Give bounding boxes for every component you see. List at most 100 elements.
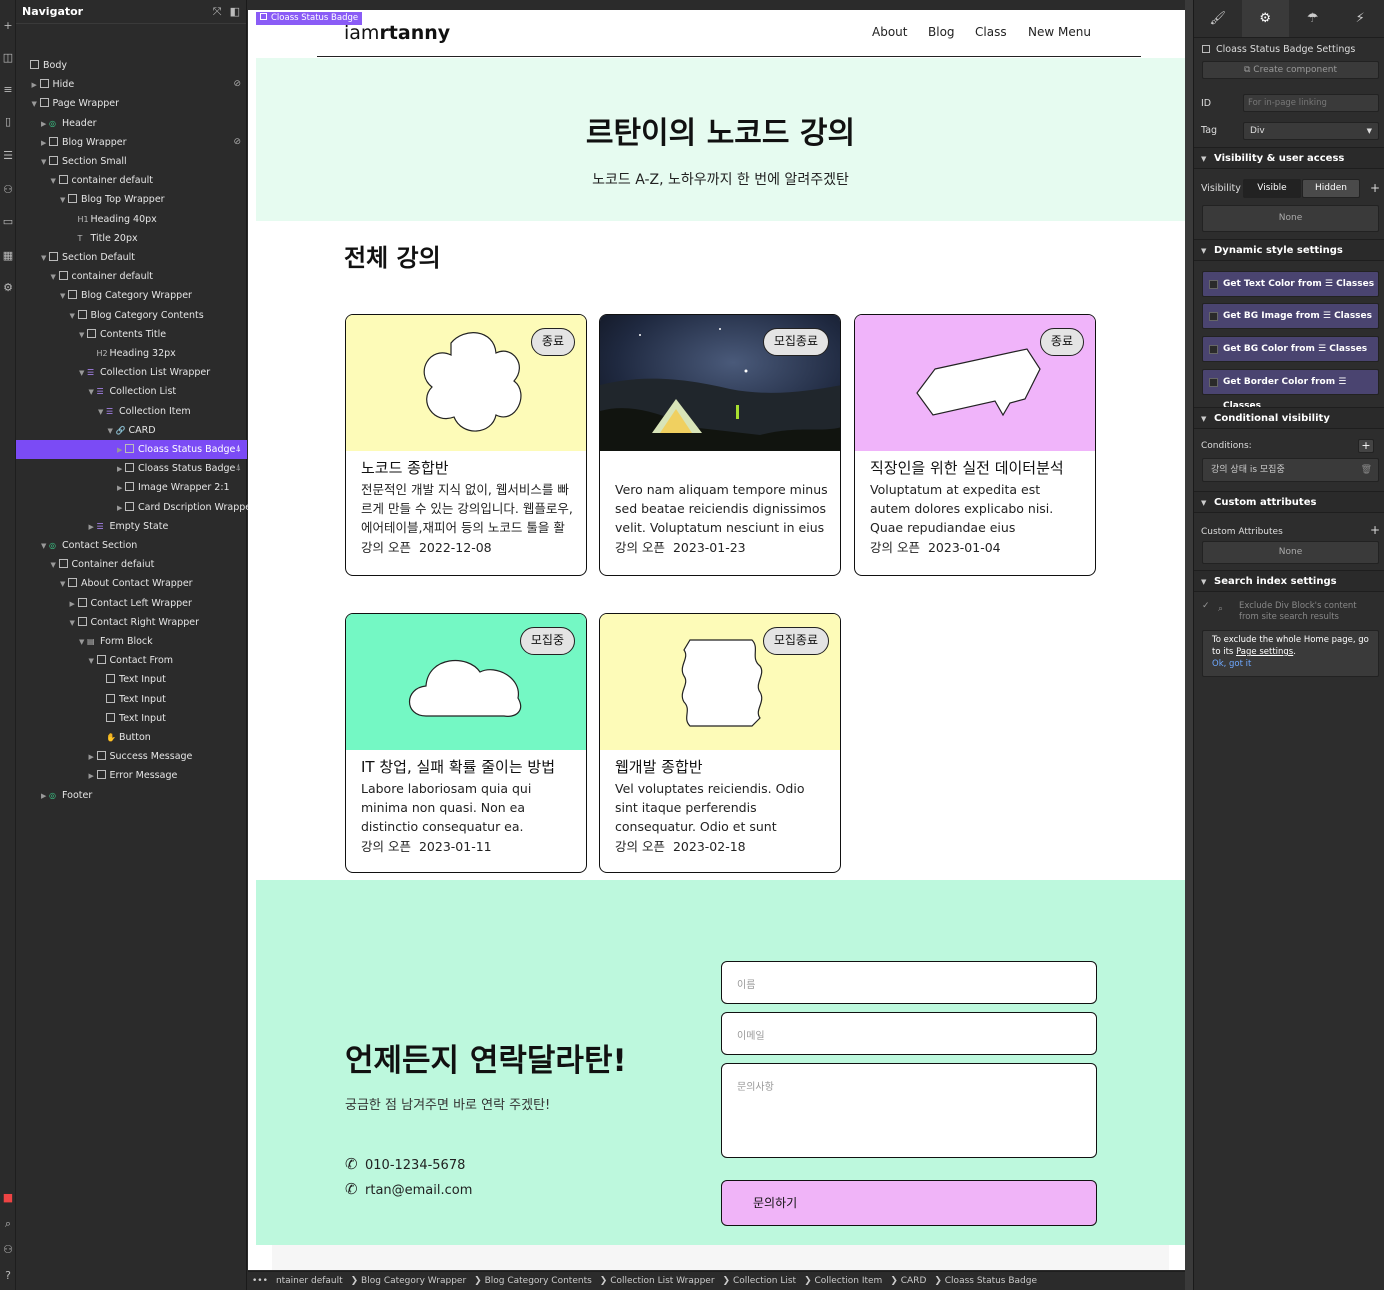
course-card[interactable]: 종료 노코드 종합반 전문적인 개발 지식 없이, 웹서비스를 빠르게 만들 수 있…: [345, 314, 587, 576]
search-index-section-header[interactable]: ▼ Search index settings: [1194, 570, 1384, 592]
custom-attributes-section-header[interactable]: ▼ Custom attributes: [1194, 491, 1384, 513]
caret-down-icon[interactable]: ▼: [98, 403, 106, 422]
dynamic-text-color[interactable]: Get Text Color from ☰ Classes: [1202, 271, 1379, 297]
navigator-item[interactable]: ✋ Button: [16, 728, 247, 747]
menu-class[interactable]: Class: [975, 25, 1007, 39]
breadcrumb-item[interactable]: ❯ Collection List: [719, 1272, 801, 1290]
submit-button[interactable]: 문의하기: [721, 1180, 1097, 1226]
navigator-item[interactable]: ▶ Card Dscription Wrapper: [16, 498, 255, 518]
add-condition-button[interactable]: +: [1358, 439, 1374, 453]
exclude-search-checkbox[interactable]: Exclude Div Block's content from site se…: [1239, 601, 1369, 623]
caret-down-icon[interactable]: ▼: [70, 614, 78, 633]
create-component-button[interactable]: ⧉ Create component: [1202, 61, 1379, 79]
caret-down-icon[interactable]: ▼: [60, 287, 68, 306]
cms-icon[interactable]: ☰: [2, 150, 14, 162]
navigator-item[interactable]: T Title 20px: [16, 229, 247, 248]
style-tab-icon[interactable]: 🖌: [1194, 0, 1242, 37]
id-input[interactable]: For in-page linking: [1243, 94, 1379, 112]
navigator-item[interactable]: ▶ ◎ Header: [16, 114, 247, 133]
checkbox[interactable]: [1209, 280, 1218, 289]
navigator-item[interactable]: ▶ Blog Wrapper ⊘: [16, 133, 247, 152]
caret-down-icon[interactable]: ▼: [32, 95, 40, 114]
breadcrumb-item[interactable]: ❯ Blog Category Wrapper: [347, 1272, 471, 1290]
checkbox[interactable]: [1209, 345, 1218, 354]
navigator-item[interactable]: Text Input: [16, 690, 247, 709]
trash-icon[interactable]: 🗑: [1361, 459, 1372, 481]
email-input[interactable]: 이메일: [721, 1012, 1097, 1055]
caret-down-icon[interactable]: ▼: [79, 633, 87, 652]
assets-icon[interactable]: ▦: [2, 250, 14, 262]
caret-right-icon[interactable]: ▶: [117, 460, 125, 479]
navigator-item[interactable]: ▼ container default: [16, 171, 247, 190]
menu-about[interactable]: About: [872, 25, 907, 39]
navigator-item[interactable]: ▼ Blog Category Wrapper: [16, 286, 247, 305]
conditional-visibility-section-header[interactable]: ▼ Conditional visibility: [1194, 407, 1384, 429]
navigator-item[interactable]: ▼ 🔗 CARD: [16, 421, 247, 440]
navigator-item[interactable]: ▼ ▤ Form Block: [16, 632, 247, 651]
navigator-item[interactable]: Body: [16, 56, 247, 75]
navigator-item[interactable]: ▼ Section Small: [16, 152, 247, 171]
navigator-item[interactable]: ▶ Error Message: [16, 766, 247, 785]
dynamic-bg-color[interactable]: Get BG Color from ☰ Classes: [1202, 336, 1379, 362]
caret-right-icon[interactable]: ▶: [70, 595, 78, 614]
comment-icon[interactable]: ▭: [2, 216, 14, 228]
settings-icon[interactable]: ⚙: [2, 282, 14, 294]
caret-right-icon[interactable]: ▶: [117, 441, 125, 460]
caret-down-icon[interactable]: ▼: [79, 326, 87, 345]
visibility-section-header[interactable]: ▼ Visibility & user access: [1194, 147, 1384, 169]
user-icon[interactable]: ⚇: [2, 1244, 14, 1256]
caret-right-icon[interactable]: ▶: [117, 479, 125, 498]
course-card[interactable]: 모집종료 웹개발 종합반 Vel voluptates reiciendis. Od…: [599, 613, 841, 873]
navigator-item[interactable]: ▶ Cloass Status Badge ⍋: [16, 440, 247, 459]
navigator-item[interactable]: ▼ ☰ Collection Item: [16, 402, 247, 421]
navigator-item[interactable]: ▼ About Contact Wrapper: [16, 574, 247, 593]
help-icon[interactable]: ?: [2, 1270, 14, 1282]
menu-blog[interactable]: Blog: [928, 25, 955, 39]
navigator-item[interactable]: ▼ Blog Top Wrapper: [16, 190, 247, 209]
caret-right-icon[interactable]: ▶: [41, 787, 49, 806]
navigator-item[interactable]: ▼ Contents Title: [16, 325, 247, 344]
caret-down-icon[interactable]: ▼: [60, 191, 68, 210]
caret-down-icon[interactable]: ▼: [108, 422, 116, 441]
navigator-item[interactable]: ▶ ☰ Empty State: [16, 517, 247, 536]
caret-down-icon[interactable]: ▼: [41, 249, 49, 268]
navigator-item[interactable]: ▼ ☰ Collection List: [16, 382, 247, 401]
search-icon[interactable]: ⌕: [2, 1218, 14, 1230]
collapse-icon[interactable]: ⤧: [213, 5, 222, 19]
caret-down-icon[interactable]: ▼: [89, 383, 97, 402]
breadcrumb-item[interactable]: ❯ CARD: [886, 1272, 930, 1290]
eye-off-icon[interactable]: ⊘: [233, 75, 241, 94]
navigator-item[interactable]: ▶ Cloass Status Badge ⍋: [16, 459, 247, 478]
condition-row[interactable]: 강의 상태 is 모집중 🗑: [1202, 458, 1379, 482]
breadcrumb-item[interactable]: ❯ Cloass Status Badge: [930, 1272, 1041, 1290]
design-canvas[interactable]: iamrtanny About Blog Class New Menu 르탄이의…: [248, 10, 1185, 1270]
canvas-scrollbar[interactable]: [1185, 0, 1193, 1290]
page-icon[interactable]: ▯: [2, 116, 14, 128]
caret-down-icon[interactable]: ▼: [41, 153, 49, 172]
navigator-item[interactable]: ▶ Contact Left Wrapper: [16, 594, 247, 613]
add-icon[interactable]: +: [1370, 181, 1384, 195]
navigator-item[interactable]: ▼ Page Wrapper: [16, 94, 247, 113]
interactions-tab-icon[interactable]: ☂: [1289, 0, 1337, 37]
caret-right-icon[interactable]: ▶: [89, 767, 97, 786]
dynamic-bg-image[interactable]: Get BG Image from ☰ Classes: [1202, 303, 1379, 329]
hidden-toggle[interactable]: Hidden: [1302, 179, 1360, 198]
caret-right-icon[interactable]: ▶: [89, 748, 97, 767]
navigator-item[interactable]: ▼ Contact From: [16, 651, 247, 670]
caret-down-icon[interactable]: ▼: [89, 652, 97, 671]
navigator-item[interactable]: ▶ Hide ⊘: [16, 75, 247, 94]
message-textarea[interactable]: 문의사항: [721, 1063, 1097, 1158]
eye-off-icon[interactable]: ⊘: [233, 133, 241, 152]
caret-right-icon[interactable]: ▶: [89, 518, 97, 537]
caret-down-icon[interactable]: ▼: [70, 307, 78, 326]
navigator-item[interactable]: ▼ container default: [16, 267, 247, 286]
caret-down-icon[interactable]: ▼: [51, 556, 59, 575]
dynamic-border-color[interactable]: Get Border Color from ☰ Classes: [1202, 369, 1379, 411]
ok-got-it-link[interactable]: Ok, got it: [1212, 659, 1251, 669]
navigator-item[interactable]: ▼ ☰ Collection List Wrapper: [16, 363, 247, 382]
tag-select[interactable]: Div ▼: [1243, 122, 1379, 140]
navigator-item[interactable]: ▼ Blog Category Contents: [16, 306, 247, 325]
caret-down-icon[interactable]: ▼: [51, 268, 59, 287]
caret-right-icon[interactable]: ▶: [117, 499, 125, 518]
breadcrumb-item[interactable]: ❯ Collection List Wrapper: [596, 1272, 719, 1290]
